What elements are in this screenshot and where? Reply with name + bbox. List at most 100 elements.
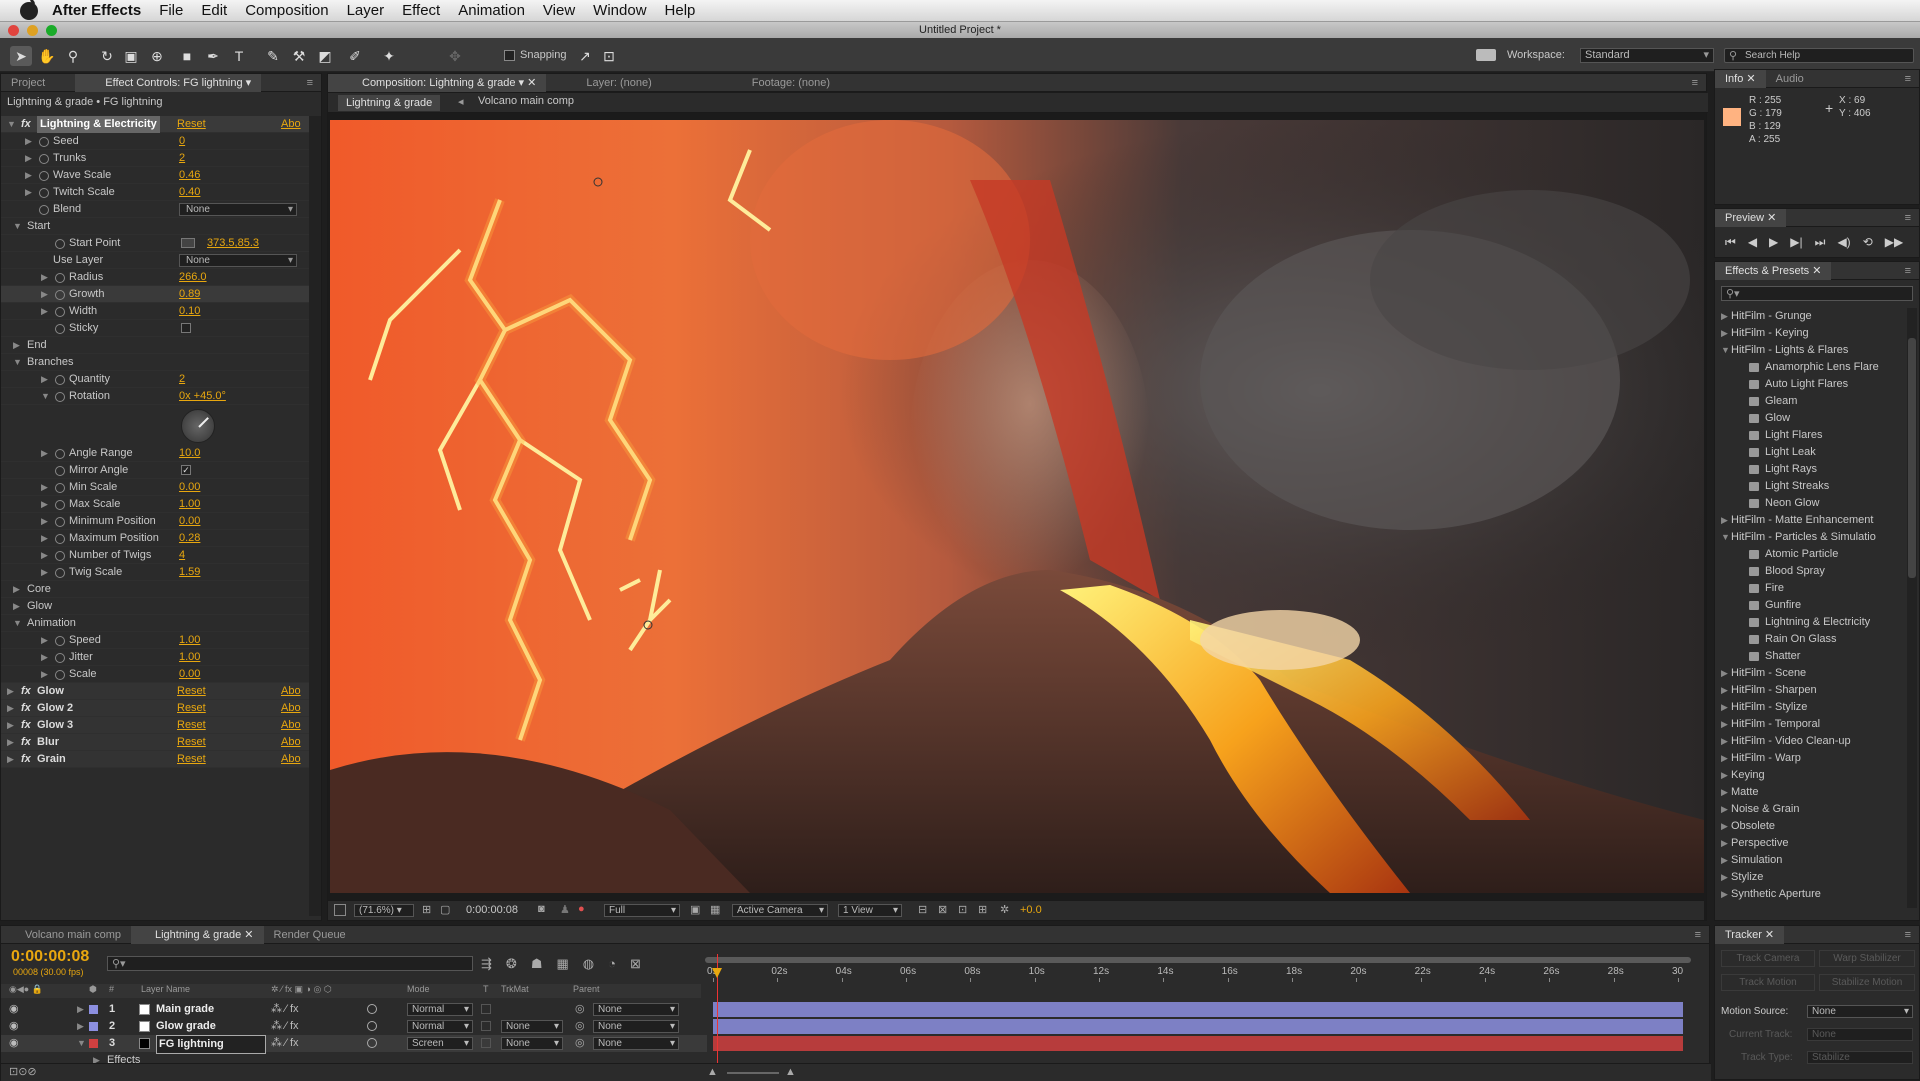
workspace-dropdown[interactable]: Standard ▾ xyxy=(1580,48,1714,63)
reset-link[interactable]: Reset xyxy=(177,116,206,133)
layer-switches[interactable]: ⁂ ⁄ fx xyxy=(271,1018,299,1035)
triangle-right-icon[interactable]: ▶ xyxy=(41,632,48,649)
axis-mode-icon[interactable]: ✥ xyxy=(444,46,466,66)
stopwatch-icon[interactable] xyxy=(39,171,49,181)
fx-icon[interactable]: fx xyxy=(21,683,31,700)
fx-icon[interactable]: fx xyxy=(21,734,31,751)
panel-menu-icon[interactable]: ≡ xyxy=(307,77,313,89)
prop-row-animation[interactable]: ▼ Animation xyxy=(1,615,319,632)
triangle-right-icon[interactable]: ▶ xyxy=(41,371,48,388)
region-of-interest-icon[interactable]: ▣ xyxy=(690,903,700,916)
menu-composition[interactable]: Composition xyxy=(245,2,328,19)
triangle-right-icon[interactable]: ▶ xyxy=(41,286,48,303)
parent-dropdown[interactable]: None ▾ xyxy=(593,1020,679,1033)
track-type-dropdown[interactable]: Stabilize xyxy=(1807,1051,1913,1064)
triangle-right-icon[interactable]: ▶ xyxy=(1721,750,1728,767)
effects-search-input[interactable]: ⚲▾ xyxy=(1721,286,1913,301)
triangle-right-icon[interactable]: ▶ xyxy=(1721,818,1728,835)
triangle-right-icon[interactable]: ▶ xyxy=(41,479,48,496)
trkmat-dropdown[interactable]: None ▾ xyxy=(501,1037,563,1050)
triangle-right-icon[interactable]: ▶ xyxy=(7,683,14,700)
parent-dropdown[interactable]: None ▾ xyxy=(593,1037,679,1050)
close-window-button[interactable] xyxy=(8,25,19,36)
triangle-right-icon[interactable]: ▶ xyxy=(41,513,48,530)
triangle-right-icon[interactable]: ▶ xyxy=(25,167,32,184)
next-frame-icon[interactable]: ▶| xyxy=(1790,235,1802,250)
triangle-right-icon[interactable]: ▶ xyxy=(41,564,48,581)
play-icon[interactable]: ▶ xyxy=(1769,235,1778,250)
prop-value[interactable]: 2 xyxy=(179,150,185,167)
tab-info[interactable]: Info ✕ xyxy=(1715,69,1766,88)
reset-link[interactable]: Reset xyxy=(177,717,206,734)
stopwatch-icon[interactable] xyxy=(39,137,49,147)
menu-file[interactable]: File xyxy=(159,2,183,19)
pick-whip-icon[interactable]: ◎ xyxy=(575,1035,585,1052)
ram-preview-icon[interactable]: ▶▶ xyxy=(1885,235,1903,250)
layer-row[interactable]: ◉ ▶ 1 Main grade ⁂ ⁄ fx Normal ▾ ◎ None ▾ xyxy=(1,1001,707,1018)
layer-row[interactable]: ◉ ▶ 2 Glow grade ⁂ ⁄ fx Normal ▾ None ▾ ◎ None ▾ xyxy=(1,1018,707,1035)
layer-row[interactable]: ◉ ▼ 3 FG lightning ⁂ ⁄ fx Screen ▾ None ▾ ◎ None ▾ xyxy=(1,1035,707,1054)
triangle-right-icon[interactable]: ▶ xyxy=(1721,886,1728,903)
about-link[interactable]: Abo xyxy=(281,734,301,751)
triangle-right-icon[interactable]: ▶ xyxy=(41,666,48,683)
triangle-right-icon[interactable]: ▶ xyxy=(1721,699,1728,716)
time-ruler[interactable]: 0s 02s 04s 06s 08s 10s 12s 14s 16s 18s 20s 22s 24s 26… xyxy=(703,954,1693,982)
triangle-right-icon[interactable]: ▶ xyxy=(1721,733,1728,750)
tab-effects-presets[interactable]: Effects & Presets ✕ xyxy=(1715,261,1832,280)
menu-window[interactable]: Window xyxy=(593,2,646,19)
prop-row-branches[interactable]: ▼ Branches xyxy=(1,354,319,371)
triangle-right-icon[interactable]: ▶ xyxy=(25,184,32,201)
eye-icon[interactable]: ◉ xyxy=(9,1001,19,1018)
prop-value[interactable]: 266.0 xyxy=(179,269,207,286)
triangle-right-icon[interactable]: ▶ xyxy=(7,751,14,768)
stopwatch-icon[interactable] xyxy=(55,290,65,300)
menu-effect[interactable]: Effect xyxy=(402,2,440,19)
title-safe-icon[interactable]: ⊞ xyxy=(422,903,431,916)
triangle-right-icon[interactable]: ▶ xyxy=(41,303,48,320)
prop-value[interactable]: 0 xyxy=(179,133,185,150)
triangle-right-icon[interactable]: ▶ xyxy=(1721,801,1728,818)
prop-value[interactable]: 1.00 xyxy=(179,632,200,649)
mask-visibility-icon[interactable]: ▢ xyxy=(440,903,450,916)
panel-menu-icon[interactable]: ≡ xyxy=(1905,265,1911,277)
camera-dropdown[interactable]: Active Camera ▾ xyxy=(732,904,828,917)
triangle-down-icon[interactable]: ▼ xyxy=(13,615,22,632)
comp-mini-flowchart-icon[interactable]: ⇶ xyxy=(481,956,492,972)
triangle-right-icon[interactable]: ▶ xyxy=(41,530,48,547)
adjustment-layer-icon[interactable] xyxy=(367,1004,377,1014)
menu-view[interactable]: View xyxy=(543,2,575,19)
zoom-window-button[interactable] xyxy=(46,25,57,36)
stabilize-motion-button[interactable]: Stabilize Motion xyxy=(1819,974,1915,991)
prop-dropdown[interactable]: None ▾ xyxy=(179,203,297,216)
stopwatch-icon[interactable] xyxy=(55,324,65,334)
triangle-right-icon[interactable]: ▶ xyxy=(1721,869,1728,886)
layer-duration-bar[interactable] xyxy=(713,1036,1683,1051)
prop-row-scale[interactable]: ▶ Scale 0.00 xyxy=(1,666,319,683)
stopwatch-icon[interactable] xyxy=(39,188,49,198)
panel-menu-icon[interactable]: ≡ xyxy=(1695,929,1701,941)
selection-tool-icon[interactable]: ➤ xyxy=(10,46,32,66)
tab-tracker[interactable]: Tracker ✕ xyxy=(1715,925,1785,944)
prop-row-seed[interactable]: ▶ Seed 0 xyxy=(1,133,319,150)
panel-menu-icon[interactable]: ≡ xyxy=(1905,73,1911,85)
effect-header-glow[interactable]: ▶ fx Glow Reset Abo xyxy=(1,683,319,700)
first-frame-icon[interactable]: ⏮ xyxy=(1725,235,1736,250)
triangle-down-icon[interactable]: ▼ xyxy=(7,116,16,133)
about-link[interactable]: Abo xyxy=(281,717,301,734)
prop-value[interactable]: 0.28 xyxy=(179,530,200,547)
graph-editor-icon[interactable]: ◔ xyxy=(608,956,616,972)
prop-row-use-layer[interactable]: Use Layer None ▾ xyxy=(1,252,319,269)
stopwatch-icon[interactable] xyxy=(55,466,65,476)
draft-3d-icon[interactable]: ❂ xyxy=(506,956,517,972)
tab-composition[interactable]: Composition: Lightning & grade ▾ ✕ xyxy=(328,73,547,92)
about-link[interactable]: Abo xyxy=(281,683,301,700)
layer-name[interactable]: Glow grade xyxy=(156,1018,216,1035)
apple-icon[interactable] xyxy=(20,0,38,20)
prop-dropdown[interactable]: None ▾ xyxy=(179,254,297,267)
menu-animation[interactable]: Animation xyxy=(458,2,525,19)
hand-tool-icon[interactable]: ✋ xyxy=(36,46,58,66)
stopwatch-icon[interactable] xyxy=(55,568,65,578)
stopwatch-icon[interactable] xyxy=(55,500,65,510)
stopwatch-icon[interactable] xyxy=(55,534,65,544)
prop-row-blend[interactable]: Blend None ▾ xyxy=(1,201,319,218)
